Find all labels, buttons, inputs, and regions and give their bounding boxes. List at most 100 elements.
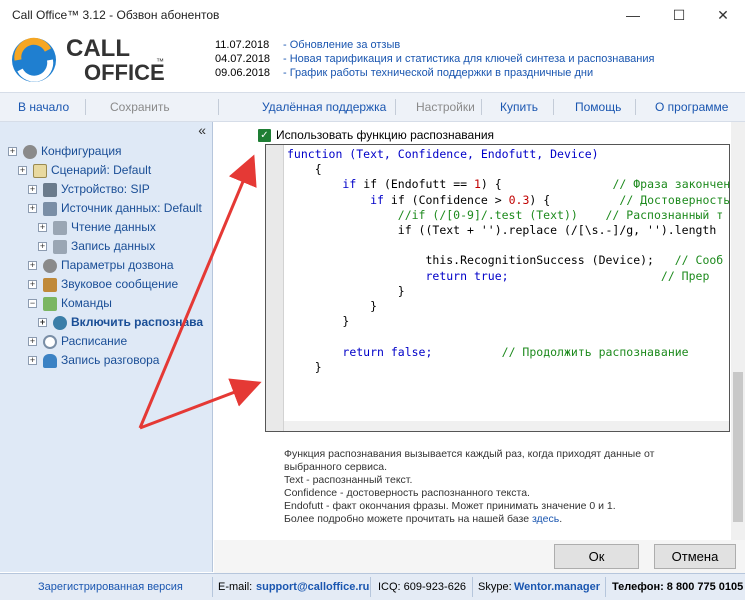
ok-button[interactable]: Ок <box>554 544 639 569</box>
close-icon[interactable]: ✕ <box>712 4 734 26</box>
about-button[interactable]: О программе <box>655 100 728 114</box>
expand-icon[interactable]: + <box>38 223 47 233</box>
news-date: 11.07.2018 <box>215 39 270 51</box>
tree-item-scenario[interactable]: + Сценарий: Default <box>18 161 151 179</box>
tree-item-label: Конфигурация <box>41 144 122 158</box>
window-title: Call Office™ 3.12 - Обзвон абонентов <box>12 8 220 22</box>
news-item: 09.06.2018 - График работы технической по… <box>215 66 654 80</box>
recognition-icon <box>53 315 67 330</box>
phone-text: Телефон: 8 800 775 0105 <box>612 581 744 593</box>
news-link[interactable]: - Обновление за отзыв <box>283 39 400 51</box>
tree-item-label: Команды <box>61 296 112 310</box>
script-icon <box>33 163 47 178</box>
code-line-11: } <box>342 314 350 329</box>
tree-item-call-recording[interactable]: + Запись разговора <box>28 351 159 369</box>
tree-item-label: Запись разговора <box>61 353 160 367</box>
code-line-5a: //if (/[0-9]/.test (Text)) <box>397 207 578 222</box>
status-divider <box>605 577 606 597</box>
title-bar: Call Office™ 3.12 - Обзвон абонентов — ☐… <box>0 0 745 30</box>
tree-item-sound-message[interactable]: + Звуковое сообщение <box>28 275 178 293</box>
status-bar: Зарегистрированная версия E-mail: suppor… <box>0 573 745 600</box>
code-line-7a: this.RecognitionSuccess (Device); <box>425 253 654 268</box>
code-line-9: } <box>397 283 405 298</box>
expand-icon[interactable]: + <box>28 337 37 347</box>
news-link[interactable]: - Новая тарификация и статистика для клю… <box>283 53 654 65</box>
code-line-13: } <box>314 359 322 374</box>
use-recognition-checkbox[interactable]: ✓ <box>258 129 271 143</box>
code-comment-8: // Прер <box>660 268 710 283</box>
minimize-icon[interactable]: — <box>622 4 644 26</box>
code-line-1: function (Text, Confidence, Endofutt, De… <box>287 147 599 161</box>
code-comment-5: // Распознанный т <box>605 207 724 222</box>
code-line-12a: return false; <box>342 344 433 359</box>
toolbar-divider <box>395 99 396 115</box>
settings-button[interactable]: Настройки <box>416 100 475 114</box>
tree-item-read-data[interactable]: + Чтение данных <box>38 218 156 236</box>
tree-item-configuration[interactable]: + Конфигурация <box>8 142 122 160</box>
expand-icon[interactable]: + <box>8 147 17 157</box>
tree-item-label: Источник данных: Default <box>61 201 202 215</box>
news-item: 04.07.2018 - Новая тарификация и статисти… <box>215 52 654 66</box>
description-line: выбранного сервиса. <box>284 461 387 473</box>
save-button[interactable]: Сохранить <box>110 100 170 114</box>
code-line-4a: if (Confidence > <box>390 192 509 207</box>
code-line-2: { <box>314 162 322 177</box>
news-link[interactable]: - График работы технической поддержки в … <box>283 67 593 79</box>
scrollbar-thumb[interactable] <box>733 372 743 522</box>
maximize-icon[interactable]: ☐ <box>668 4 690 26</box>
gear-icon <box>23 144 37 159</box>
news-list: 11.07.2018 - Обновление за отзыв 04.07.20… <box>215 38 654 80</box>
description-line: Confidence - достоверность распознанного… <box>284 487 530 499</box>
tree-item-enable-recognition[interactable]: + Включить распознава <box>38 313 203 331</box>
remote-support-button[interactable]: Удалённая поддержка <box>262 100 386 114</box>
tree-item-device[interactable]: + Устройство: SIP <box>28 180 150 198</box>
expand-icon[interactable]: + <box>18 166 27 176</box>
code-line-3a: if (Endofutt == <box>363 177 474 192</box>
description-line: Функция распознавания вызывается каждый … <box>284 448 655 460</box>
kb-link[interactable]: здесь <box>532 513 559 525</box>
news-date: 09.06.2018 <box>215 67 271 79</box>
call-office-logo: CALL OFFICE ™ <box>8 34 198 86</box>
commands-icon <box>43 296 57 311</box>
description-line: Endofutt - факт окончания фразы. Может п… <box>284 500 616 512</box>
help-button[interactable]: Помощь <box>575 100 621 114</box>
code-text[interactable]: function (Text, Confidence, Endofutt, De… <box>287 147 730 375</box>
microphone-icon <box>43 353 57 368</box>
status-divider <box>370 577 371 597</box>
toolbar-divider <box>218 99 219 115</box>
cancel-button[interactable]: Отмена <box>654 544 736 569</box>
editor-horizontal-scrollbar[interactable] <box>284 421 729 431</box>
expand-icon[interactable]: + <box>28 185 37 195</box>
expand-icon[interactable]: + <box>28 280 37 290</box>
logo-swirl-icon: CALL OFFICE ™ <box>12 35 165 85</box>
code-line-4n: 0.3 <box>508 192 530 207</box>
read-data-icon <box>53 220 67 235</box>
dialog-button-bar: Ок Отмена <box>214 540 745 573</box>
expand-icon[interactable]: + <box>28 356 37 366</box>
expand-icon[interactable]: + <box>38 318 47 328</box>
tree-item-write-data[interactable]: + Запись данных <box>38 237 155 255</box>
expand-icon[interactable]: + <box>28 261 37 271</box>
tree-item-data-source[interactable]: + Источник данных: Default <box>28 199 202 217</box>
code-comment-3: // Фраза закончен <box>612 177 730 192</box>
tree-item-dial-params[interactable]: + Параметры дозвона <box>28 256 174 274</box>
config-tree: « + Конфигурация + Сценарий: Default + Устр… <box>0 122 213 572</box>
skype-link[interactable]: Wentor.manager <box>514 581 600 593</box>
code-editor[interactable]: function (Text, Confidence, Endofutt, De… <box>265 144 730 432</box>
logo-line1: CALL <box>66 35 130 62</box>
buy-button[interactable]: Купить <box>500 100 538 114</box>
expand-icon[interactable]: + <box>28 204 37 214</box>
editor-gutter <box>266 145 284 431</box>
expand-icon[interactable]: + <box>38 242 47 252</box>
collapse-sidebar-icon[interactable]: « <box>198 122 206 138</box>
email-link[interactable]: support@calloffice.ru <box>256 581 369 593</box>
description-line-text: Более подробно можете прочитать на нашей… <box>284 513 532 525</box>
panel-vertical-scrollbar[interactable] <box>731 122 745 542</box>
use-recognition-checkbox-row[interactable]: ✓ Использовать функцию распознавания <box>258 128 494 143</box>
tree-item-schedule[interactable]: + Расписание <box>28 332 127 350</box>
code-comment-4: // Достоверность <box>619 192 730 207</box>
tree-item-commands[interactable]: − Команды <box>28 294 112 312</box>
expand-icon[interactable]: − <box>28 299 37 309</box>
recognition-panel: ✓ Использовать функцию распознавания func… <box>214 122 745 572</box>
home-button[interactable]: В начало <box>18 100 69 114</box>
